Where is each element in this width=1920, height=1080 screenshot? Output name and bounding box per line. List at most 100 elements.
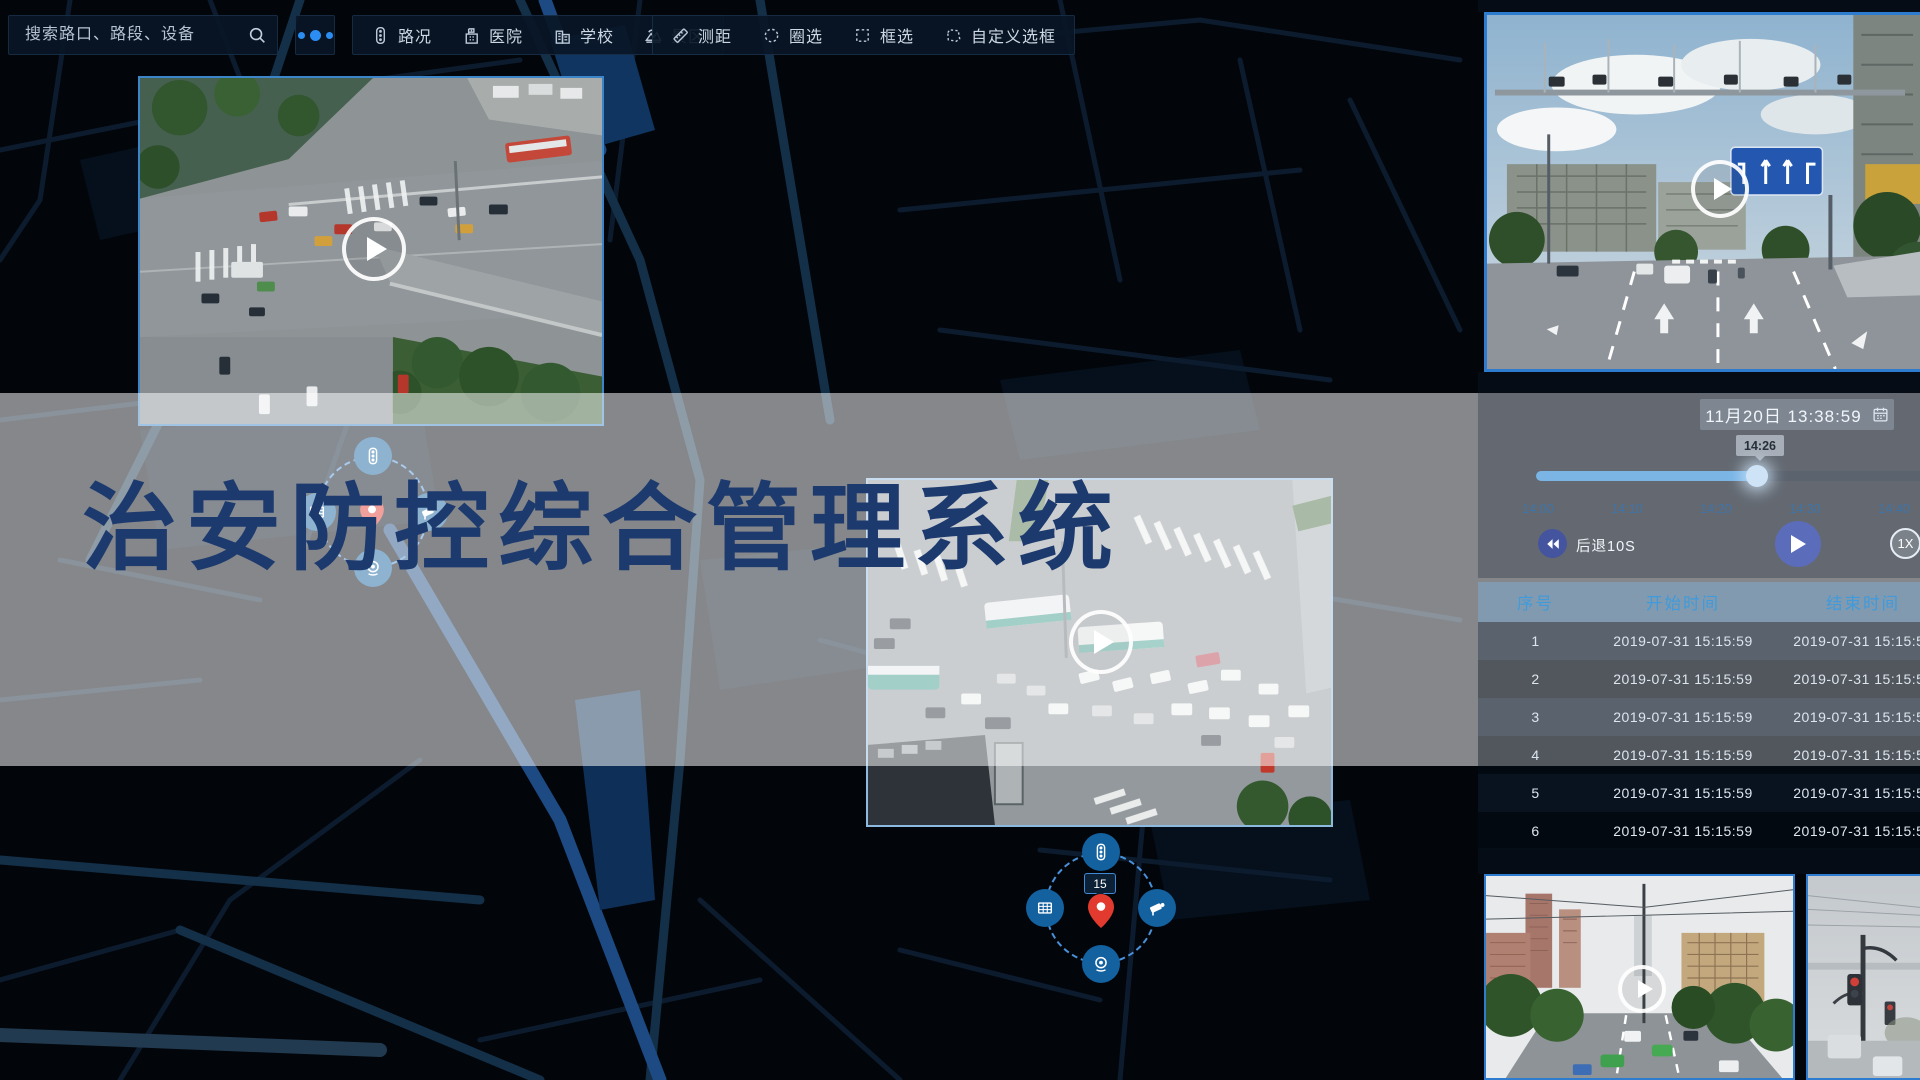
- panel-divider: [1478, 372, 1920, 385]
- time-tick: 14:40: [1864, 502, 1920, 516]
- cell-start-time: 2019-07-31 15:15:59: [1593, 671, 1773, 687]
- time-tick: 14:30: [1775, 502, 1835, 516]
- more-layers-toggle[interactable]: [295, 15, 335, 55]
- tool-label: 自定义选框: [971, 23, 1056, 47]
- rewind-label: 后退10S: [1576, 535, 1636, 556]
- search-icon[interactable]: [248, 26, 267, 45]
- search-input[interactable]: [23, 25, 248, 45]
- slider-time-tooltip: 14:26: [1736, 435, 1784, 456]
- cell-start-time: 2019-07-31 15:15:59: [1593, 747, 1773, 763]
- table-row[interactable]: 6 2019-07-31 15:15:59 2019-07-31 15:15:5…: [1478, 812, 1920, 850]
- monitor-wall-button[interactable]: [1026, 889, 1064, 927]
- play-icon: [367, 237, 387, 261]
- layer-label: 学校: [580, 23, 614, 47]
- custom-select-icon: [944, 26, 963, 45]
- column-header-start: 开始时间: [1593, 590, 1773, 614]
- custom-select-button[interactable]: 自定义选框: [944, 23, 1056, 47]
- table-header-row: 序号 开始时间 结束时间: [1478, 582, 1920, 622]
- video-thumbnail-foggy-signal[interactable]: [1806, 874, 1920, 1080]
- cell-no: 1: [1478, 633, 1593, 649]
- cell-end-time: 2019-07-31 15:15:59: [1773, 671, 1920, 687]
- play-icon: [1791, 535, 1815, 553]
- table-row[interactable]: 3 2019-07-31 15:15:59 2019-07-31 15:15:5…: [1478, 698, 1920, 736]
- dot-icon: [326, 32, 333, 39]
- cell-start-time: 2019-07-31 15:15:59: [1593, 785, 1773, 801]
- play-button[interactable]: [342, 217, 406, 281]
- hospital-icon: [462, 26, 481, 45]
- cell-end-time: 2019-07-31 15:15:59: [1773, 709, 1920, 725]
- location-pin[interactable]: [1088, 894, 1114, 928]
- dot-icon: [310, 30, 321, 41]
- cell-end-time: 2019-07-31 15:15:59: [1773, 633, 1920, 649]
- video-thumbnail-avenue[interactable]: [1484, 874, 1795, 1080]
- panel-divider: [1478, 0, 1920, 12]
- dome-camera-button[interactable]: [1082, 945, 1120, 983]
- rewind-icon: [1545, 537, 1561, 551]
- camera-marker-cluster: 15: [1045, 852, 1157, 964]
- map-tools-toolbar: 测距 圈选 框选 自定义选框: [652, 15, 1075, 55]
- panel-divider: [1478, 848, 1920, 874]
- cell-no: 2: [1478, 671, 1593, 687]
- slider-handle[interactable]: [1746, 465, 1768, 487]
- cell-start-time: 2019-07-31 15:15:59: [1593, 633, 1773, 649]
- circle-select-icon: [762, 26, 781, 45]
- column-header-end: 结束时间: [1773, 590, 1920, 614]
- column-header-no: 序号: [1478, 590, 1593, 614]
- timeline-slider[interactable]: [1536, 471, 1920, 481]
- app-window: 15: [0, 0, 1920, 1080]
- layer-label: 路况: [398, 23, 432, 47]
- cell-no: 3: [1478, 709, 1593, 725]
- calendar-icon: [1872, 406, 1889, 423]
- table-row[interactable]: 4 2019-07-31 15:15:59 2019-07-31 15:15:5…: [1478, 736, 1920, 774]
- playback-side-panel: 11月20日 13:38:59 14:26 14:00 14:10 14:20 …: [1478, 0, 1920, 1080]
- video-thumbnail-intersection-bridge[interactable]: [138, 76, 604, 426]
- school-icon: [553, 26, 572, 45]
- time-tick: 14:10: [1597, 502, 1657, 516]
- cell-end-time: 2019-07-31 15:15:59: [1773, 747, 1920, 763]
- slider-progress: [1536, 471, 1757, 481]
- layer-traffic-button[interactable]: 路况: [371, 23, 432, 47]
- table-row[interactable]: 2 2019-07-31 15:15:59 2019-07-31 15:15:5…: [1478, 660, 1920, 698]
- play-button[interactable]: [1618, 965, 1666, 1013]
- playback-speed-button[interactable]: 1X: [1890, 528, 1920, 559]
- cctv-camera-button[interactable]: [1138, 889, 1176, 927]
- rewind-10s-button[interactable]: [1538, 529, 1567, 558]
- layer-school-button[interactable]: 学校: [553, 23, 614, 47]
- box-select-button[interactable]: 框选: [853, 23, 914, 47]
- cell-no: 4: [1478, 747, 1593, 763]
- play-icon: [1714, 178, 1732, 200]
- cell-end-time: 2019-07-31 15:15:59: [1773, 823, 1920, 839]
- time-tick: 14:20: [1686, 502, 1746, 516]
- camera-count-badge: 15: [1084, 873, 1116, 894]
- video-player-street-camera[interactable]: [1484, 12, 1920, 372]
- page-title: 治安防控综合管理系统: [82, 452, 1122, 589]
- cell-no: 6: [1478, 823, 1593, 839]
- traffic-signal-camera-button[interactable]: [1082, 833, 1120, 871]
- play-icon: [1638, 980, 1653, 998]
- time-tick: 14:00: [1508, 502, 1568, 516]
- traffic-light-icon: [371, 26, 390, 45]
- video-frame: [1808, 876, 1920, 1078]
- play-button[interactable]: [1691, 160, 1749, 218]
- playback-datetime: 11月20日 13:38:59: [1705, 402, 1861, 427]
- ruler-icon: [671, 26, 690, 45]
- tool-label: 测距: [698, 23, 732, 47]
- cell-no: 5: [1478, 785, 1593, 801]
- layer-label: 医院: [489, 23, 523, 47]
- search-box: [8, 15, 278, 55]
- cell-start-time: 2019-07-31 15:15:59: [1593, 709, 1773, 725]
- circle-select-button[interactable]: 圈选: [762, 23, 823, 47]
- tool-label: 圈选: [789, 23, 823, 47]
- playback-play-button[interactable]: [1775, 521, 1821, 567]
- table-row[interactable]: 5 2019-07-31 15:15:59 2019-07-31 15:15:5…: [1478, 774, 1920, 812]
- dot-icon: [298, 32, 305, 39]
- cell-start-time: 2019-07-31 15:15:59: [1593, 823, 1773, 839]
- date-picker[interactable]: 11月20日 13:38:59: [1700, 399, 1894, 430]
- tool-label: 框选: [880, 23, 914, 47]
- measure-distance-button[interactable]: 测距: [671, 23, 732, 47]
- layer-hospital-button[interactable]: 医院: [462, 23, 523, 47]
- cell-end-time: 2019-07-31 15:15:59: [1773, 785, 1920, 801]
- playback-records-table: 序号 开始时间 结束时间 1 2019-07-31 15:15:59 2019-…: [1478, 582, 1920, 850]
- box-select-icon: [853, 26, 872, 45]
- table-row[interactable]: 1 2019-07-31 15:15:59 2019-07-31 15:15:5…: [1478, 622, 1920, 660]
